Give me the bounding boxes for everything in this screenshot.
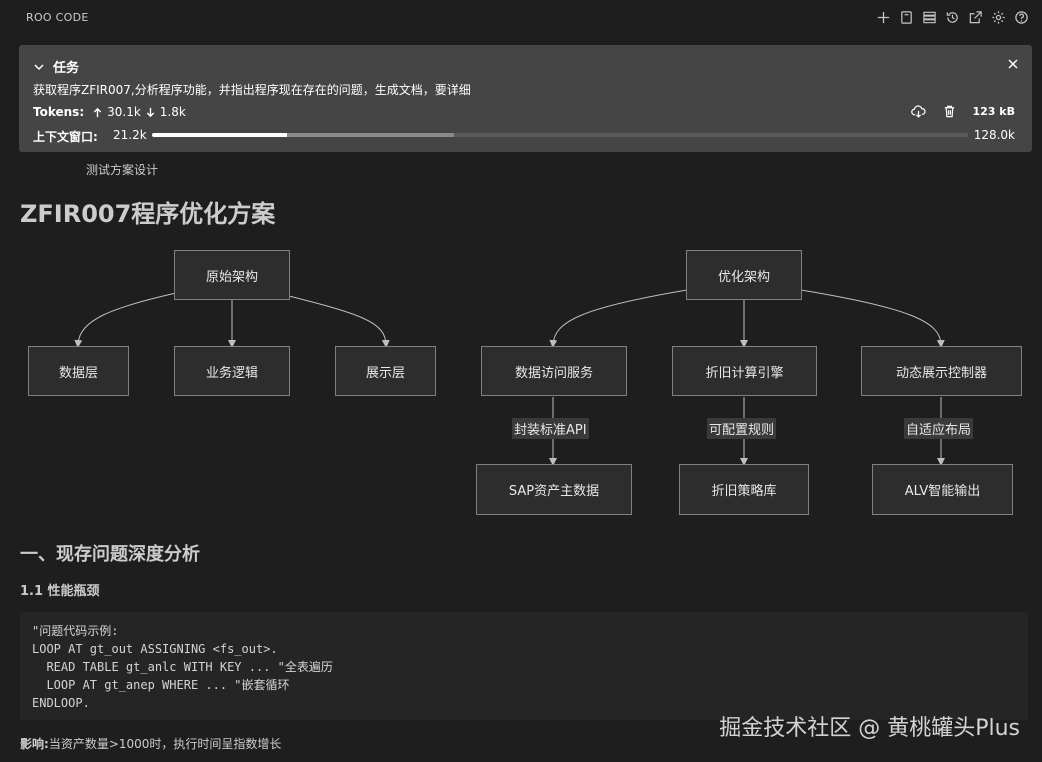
node-business-logic: 业务逻辑	[174, 346, 290, 396]
edge-label-api: 封装标准API	[512, 418, 589, 439]
context-label: 上下文窗口:	[33, 130, 98, 144]
node-display-controller: 动态展示控制器	[861, 346, 1022, 396]
code-line: "问题代码示例:	[32, 624, 119, 638]
section-heading: 一、现存问题深度分析	[20, 544, 200, 565]
context-used-fill	[152, 133, 287, 137]
node-data-access-service: 数据访问服务	[481, 346, 627, 396]
popout-icon[interactable]	[967, 8, 984, 26]
gear-icon[interactable]	[990, 8, 1007, 26]
help-icon[interactable]	[1013, 8, 1030, 26]
server-icon[interactable]	[921, 8, 938, 26]
app-title: ROO CODE	[26, 11, 89, 24]
code-block: "问题代码示例: LOOP AT gt_out ASSIGNING <fs_out…	[20, 612, 1028, 720]
node-left-root: 原始架构	[174, 250, 290, 300]
architecture-diagram: 原始架构 数据层 业务逻辑 展示层 优化架构 数据访问服务 折旧计算引擎 动态展…	[0, 240, 1042, 530]
node-alv-output: ALV智能输出	[872, 464, 1013, 515]
node-presentation-layer: 展示层	[335, 346, 436, 396]
edge-label-layout: 自适应布局	[904, 418, 974, 439]
node-data-layer: 数据层	[28, 346, 129, 396]
tokens-row: Tokens: 30.1k 1.8k	[33, 105, 186, 119]
context-max: 128.0k	[973, 128, 1015, 142]
arrow-up-icon	[93, 107, 102, 117]
task-header[interactable]: 任务	[33, 57, 79, 76]
arrow-down-icon	[146, 107, 154, 117]
edge-label-rules: 可配置规则	[707, 418, 777, 439]
code-line: LOOP AT gt_anep WHERE ... "嵌套循环	[32, 678, 290, 692]
file-icon[interactable]	[898, 8, 915, 26]
task-actions: 123 kB	[910, 104, 1016, 119]
tokens-out: 1.8k	[159, 105, 186, 119]
tokens-in: 30.1k	[107, 105, 141, 119]
node-right-root: 优化架构	[686, 250, 802, 300]
code-line: READ TABLE gt_anlc WITH KEY ... "全表遍历	[32, 660, 333, 674]
page-title: ZFIR007程序优化方案	[20, 200, 276, 228]
top-bar: ROO CODE	[0, 0, 1042, 36]
close-icon[interactable]	[1006, 57, 1020, 71]
trash-icon[interactable]	[942, 104, 957, 119]
tokens-label: Tokens:	[33, 105, 85, 119]
context-window-row: 上下文窗口: 21.2k 128.0k	[33, 126, 1015, 144]
history-icon[interactable]	[944, 8, 961, 26]
task-size: 123 kB	[972, 105, 1016, 118]
node-sap-master-data: SAP资产主数据	[476, 464, 632, 515]
context-reserved-fill	[286, 133, 454, 137]
toolbar	[875, 8, 1030, 26]
plus-icon[interactable]	[875, 8, 892, 26]
node-depreciation-engine: 折旧计算引擎	[672, 346, 817, 396]
task-panel: 任务 获取程序ZFIR007,分析程序功能，并指出程序现在存在的问题，生成文档，…	[19, 45, 1032, 152]
impact-label: 影响:	[20, 737, 49, 751]
task-heading: 任务	[53, 61, 80, 76]
sub-label: 测试方案设计	[86, 163, 159, 177]
impact-note: 影响:当资产数量>1000时，执行时间呈指数增长	[20, 735, 281, 752]
code-line: LOOP AT gt_out ASSIGNING <fs_out>.	[32, 642, 278, 656]
task-description: 获取程序ZFIR007,分析程序功能，并指出程序现在存在的问题，生成文档，要详细	[33, 83, 471, 97]
context-used: 21.2k	[113, 128, 147, 142]
chevron-down-icon	[34, 63, 44, 70]
cloud-download-icon[interactable]	[910, 104, 926, 119]
context-progress-bar	[152, 133, 968, 137]
watermark: 掘金技术社区 @ 黄桃罐头Plus	[719, 716, 1020, 741]
section-subheading: 1.1 性能瓶颈	[20, 584, 100, 599]
node-strategy-library: 折旧策略库	[679, 464, 809, 515]
impact-text: 当资产数量>1000时，执行时间呈指数增长	[48, 737, 282, 751]
